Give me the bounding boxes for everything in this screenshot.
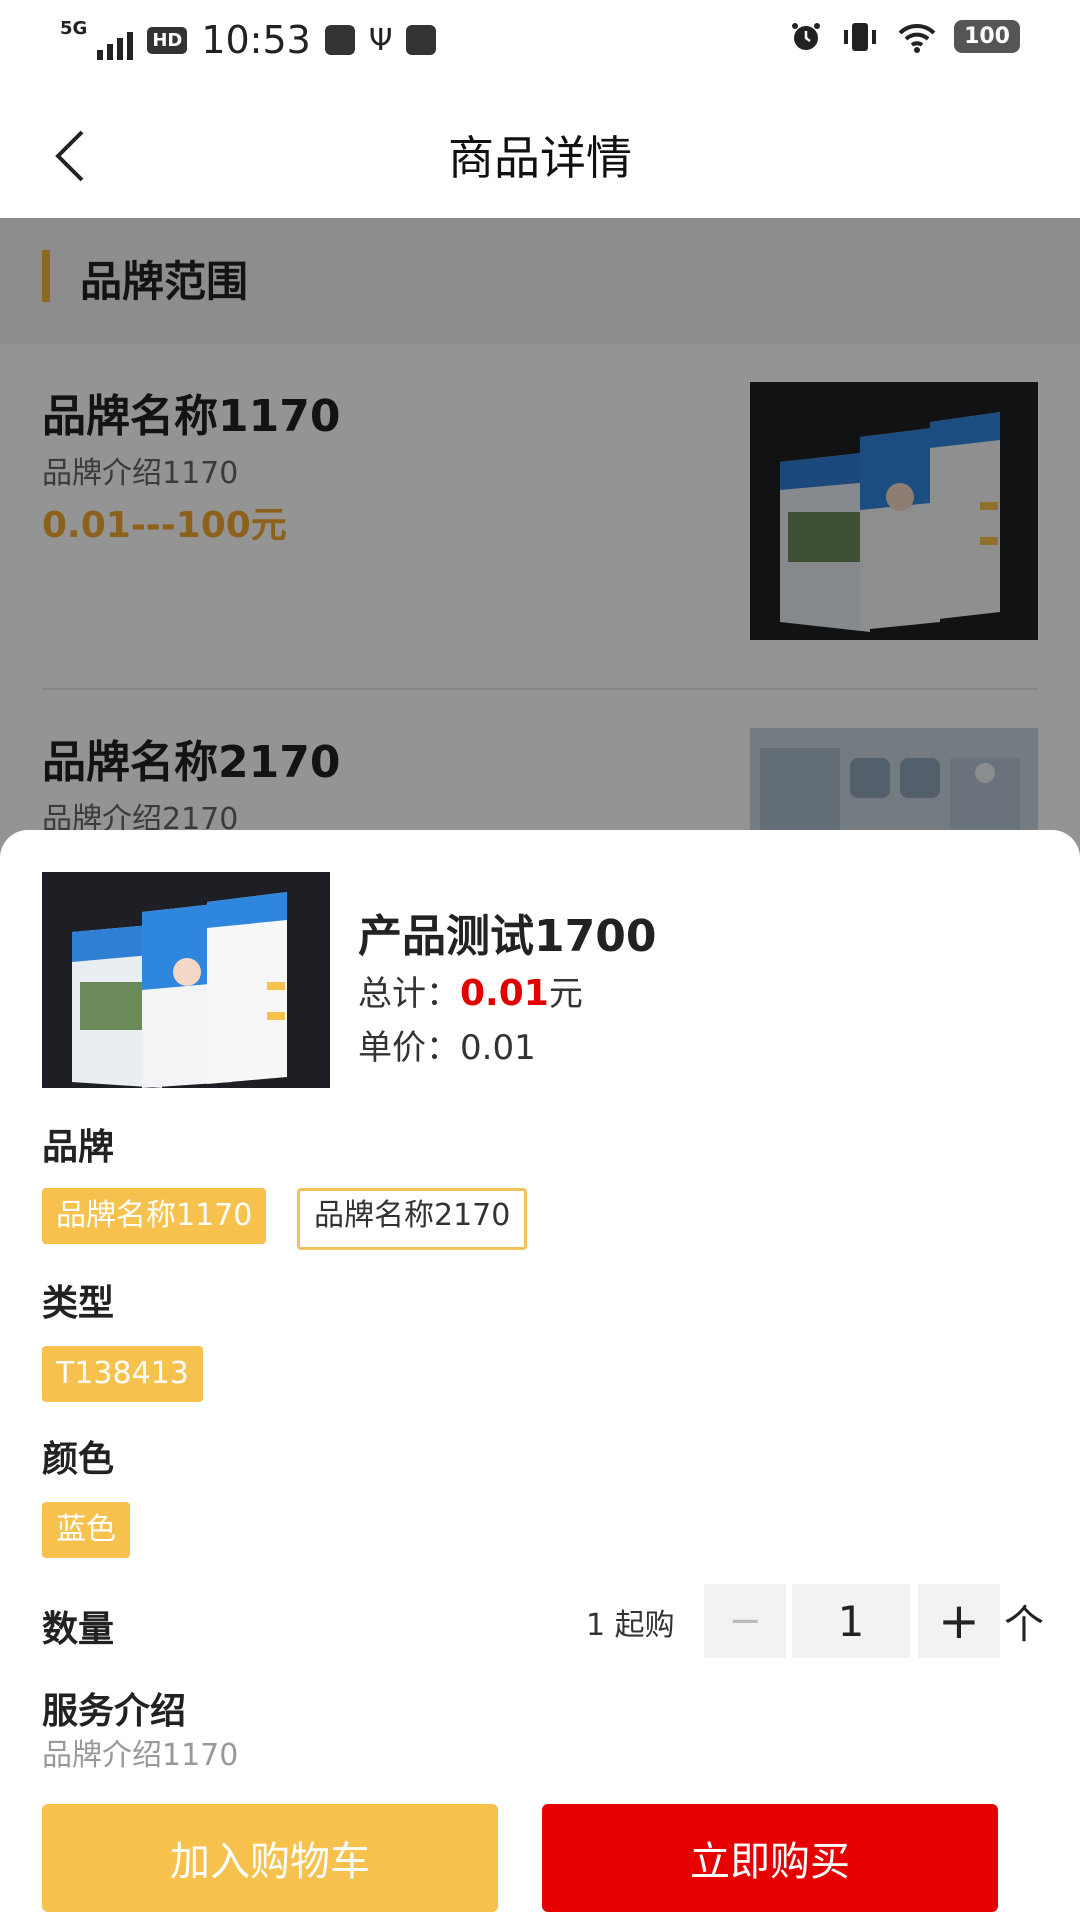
brand-option-1170[interactable]: 品牌名称1170: [42, 1188, 267, 1244]
quantity-unit: 个: [1004, 1602, 1044, 1648]
network-type: 5G: [60, 17, 88, 39]
product-name: 产品测试1700: [358, 911, 657, 962]
status-bar: 5G HD 10:53 Ψ 100: [0, 0, 1080, 88]
page-title: 商品详情: [448, 131, 632, 185]
app-icon: [324, 25, 355, 55]
quantity-plus-button[interactable]: +: [918, 1584, 1000, 1658]
add-to-cart-button[interactable]: 加入购物车: [42, 1804, 498, 1912]
buy-now-button[interactable]: 立即购买: [542, 1804, 998, 1912]
unit-price-label: 单价：: [358, 1028, 460, 1068]
total-label: 总计：: [358, 974, 460, 1014]
min-purchase-note: 1 起购: [586, 1608, 675, 1643]
type-label: 类型: [42, 1283, 115, 1324]
brand-label: 品牌: [42, 1127, 115, 1168]
header: 商品详情: [0, 88, 1080, 218]
vibrate-icon: [844, 22, 877, 51]
hd-icon: HD: [147, 26, 188, 54]
color-label: 颜色: [42, 1439, 115, 1480]
service-desc: 品牌介绍1170: [42, 1738, 239, 1773]
battery-icon: 100: [954, 20, 1020, 53]
wifi-icon: [898, 23, 936, 53]
product-image: [42, 872, 330, 1088]
app-icon: [406, 25, 437, 55]
unit-price: 单价：0.01: [358, 1020, 536, 1069]
brand-option-2170[interactable]: 品牌名称2170: [297, 1188, 528, 1250]
purchase-sheet: 产品测试1700 总计：0.01元 单价：0.01 品牌 品牌名称1170 品牌…: [0, 830, 1080, 1920]
quantity-label: 数量: [42, 1609, 115, 1650]
status-time: 10:53: [201, 18, 311, 62]
alarm-icon: [792, 22, 821, 50]
signal-icon: [97, 20, 134, 60]
unit-price-value: 0.01: [460, 1028, 536, 1068]
total-price: 总计：0.01元: [358, 966, 583, 1015]
quantity-value[interactable]: 1: [792, 1584, 910, 1658]
color-option[interactable]: 蓝色: [42, 1502, 130, 1558]
quantity-minus-button[interactable]: −: [704, 1584, 786, 1658]
usb-icon: Ψ: [368, 22, 393, 58]
type-option[interactable]: T138413: [42, 1346, 203, 1402]
total-value: 0.01: [460, 973, 549, 1014]
service-label: 服务介绍: [42, 1691, 187, 1732]
total-unit: 元: [548, 974, 583, 1014]
